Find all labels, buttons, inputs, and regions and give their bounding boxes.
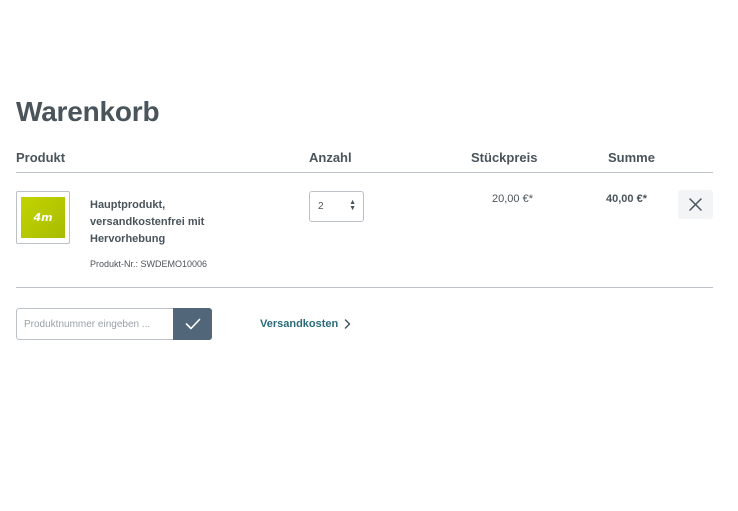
header-unit-price: Stückpreis	[471, 150, 538, 165]
shipping-costs-label: Versandkosten	[260, 318, 339, 330]
cart-page: Warenkorb Produkt Anzahl Stückpreis Summ…	[0, 0, 738, 511]
header-total: Summe	[608, 150, 655, 165]
close-icon	[689, 198, 702, 211]
product-image-logo: 4m	[33, 211, 53, 224]
quantity-select[interactable]: 2 ▲ ▼	[309, 191, 364, 222]
product-number-input[interactable]	[16, 308, 174, 340]
unit-price: 20,00 €*	[492, 193, 533, 205]
product-number-form	[16, 308, 212, 340]
cart-table-header: Produkt Anzahl Stückpreis Summe	[16, 150, 713, 173]
product-number: Produkt-Nr.: SWDEMO10006	[90, 259, 208, 269]
quantity-value: 2	[318, 201, 324, 212]
sort-arrows-icon: ▲ ▼	[349, 199, 356, 212]
header-product: Produkt	[16, 150, 66, 165]
chevron-right-icon	[345, 319, 351, 329]
remove-item-button[interactable]	[678, 190, 713, 219]
header-quantity: Anzahl	[309, 150, 352, 165]
product-name-link[interactable]: Hauptprodukt, versandkostenfrei mit Herv…	[90, 197, 240, 248]
product-image[interactable]: 4m	[16, 191, 70, 244]
checkmark-icon	[185, 318, 200, 330]
shipping-costs-link[interactable]: Versandkosten	[260, 318, 351, 330]
line-total: 40,00 €*	[606, 193, 647, 205]
product-number-submit-button[interactable]	[173, 308, 212, 340]
product-image-picture: 4m	[21, 197, 65, 238]
page-title: Warenkorb	[16, 96, 160, 127]
cart-line-item: 4m Hauptprodukt, versandkostenfrei mit H…	[16, 173, 713, 288]
